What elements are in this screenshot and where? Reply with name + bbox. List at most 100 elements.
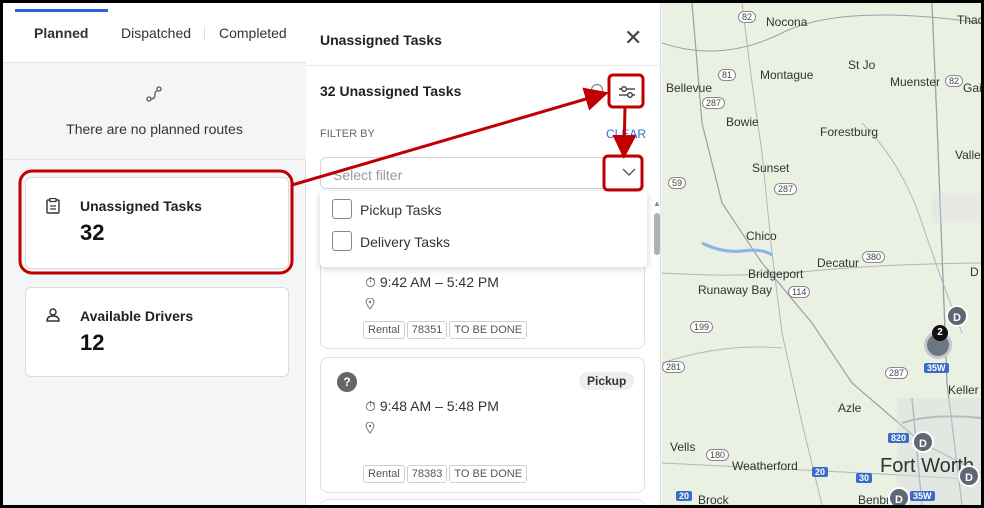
highway-shield: 281	[662, 361, 686, 373]
map-view[interactable]: 82 Nocona Thac 81 Montague St Jo Muenste…	[662, 3, 981, 505]
checkbox[interactable]	[332, 199, 352, 219]
unassigned-tasks-count: 32	[80, 220, 105, 245]
highway-shield: 114	[788, 286, 811, 298]
close-icon[interactable]: ✕	[624, 25, 642, 51]
unassigned-tasks-card[interactable]: Unassigned Tasks 32	[25, 177, 289, 269]
scroll-up-arrow[interactable]: ▲	[653, 199, 661, 208]
highway-shield: 81	[718, 69, 737, 81]
tab-divider	[204, 27, 205, 41]
app-window: Planned Dispatched Completed There are n…	[3, 3, 981, 505]
place-label: Vells	[670, 440, 696, 454]
task-tags: Rental 78351 TO BE DONE	[363, 320, 529, 339]
place-label: Bowie	[726, 115, 759, 129]
location-pin-icon	[365, 297, 375, 313]
route-icon	[145, 85, 163, 106]
interstate-shield: 20	[812, 467, 829, 477]
unassigned-tasks-label: Unassigned Tasks	[80, 198, 202, 214]
place-label: Montague	[760, 68, 814, 82]
person-icon	[46, 308, 60, 325]
tab-dispatched[interactable]: Dispatched	[121, 25, 191, 41]
task-tag: TO BE DONE	[449, 321, 528, 339]
unknown-badge: ?	[337, 372, 357, 392]
task-time-window: ⏱ 9:48 AM – 5:48 PM	[365, 398, 499, 415]
highway-shield: 82	[738, 11, 757, 23]
driver-pin[interactable]: D	[888, 487, 910, 505]
available-drivers-card[interactable]: Available Drivers 12	[25, 287, 289, 377]
highway-shield: 82	[945, 75, 964, 87]
driver-pin[interactable]: D	[946, 305, 968, 327]
task-type-pill: Pickup	[579, 372, 635, 390]
available-drivers-label: Available Drivers	[80, 308, 194, 324]
task-tag: 78351	[406, 321, 448, 339]
unassigned-tasks-panel: Unassigned Tasks ✕ 32 Unassigned Tasks F…	[306, 3, 661, 505]
timer-icon: ⏱	[365, 274, 376, 290]
cluster-count: 2	[932, 325, 948, 341]
highway-shield: 287	[885, 367, 909, 379]
task-tag: TO BE DONE	[449, 465, 528, 483]
place-label: Bellevue	[666, 81, 713, 95]
task-tag: 78383	[406, 465, 448, 483]
interstate-shield: 20	[676, 491, 693, 501]
refresh-icon[interactable]	[590, 83, 604, 100]
task-time-window: ⏱ 9:42 AM – 5:42 PM	[365, 274, 499, 291]
location-pin-icon	[365, 421, 375, 437]
highway-shield: 199	[690, 321, 714, 333]
place-label: Decatur	[817, 256, 860, 270]
place-label: Bridgeport	[748, 267, 804, 281]
tab-completed[interactable]: Completed	[219, 25, 287, 41]
tab-planned[interactable]: Planned	[34, 25, 88, 41]
task-count-title: 32 Unassigned Tasks	[320, 83, 462, 99]
driver-pin[interactable]: D	[958, 465, 980, 487]
place-label: Forestburg	[820, 125, 879, 139]
highway-shield: 380	[862, 251, 886, 263]
place-label: Brock	[698, 493, 729, 505]
task-tag: Rental	[363, 321, 405, 339]
active-tab-indicator	[15, 9, 108, 12]
select-placeholder: Select filter	[333, 167, 403, 183]
task-card[interactable]	[320, 499, 645, 505]
place-label: Azle	[838, 401, 862, 415]
place-label: Chico	[746, 229, 777, 243]
filter-select[interactable]: Select filter	[320, 157, 643, 189]
place-label: Keller	[948, 383, 979, 397]
panel-header: Unassigned Tasks ✕	[306, 3, 661, 66]
option-label: Delivery Tasks	[360, 234, 450, 250]
empty-routes-text: There are no planned routes	[66, 121, 243, 137]
panel-title: Unassigned Tasks	[320, 32, 442, 48]
highway-shield: 287	[702, 97, 726, 109]
place-label: Gai	[963, 81, 981, 95]
empty-routes-state: There are no planned routes	[3, 63, 306, 160]
highway-shield: 59	[668, 177, 687, 189]
place-label: Runaway Bay	[698, 283, 773, 297]
filter-dropdown-menu: Pickup Tasks Delivery Tasks	[320, 191, 647, 267]
timer-icon: ⏱	[365, 398, 376, 414]
scrollbar-thumb[interactable]	[654, 213, 660, 255]
place-label: Nocona	[766, 15, 808, 29]
option-label: Pickup Tasks	[360, 202, 442, 218]
task-card[interactable]: ? Pickup ⏱ 9:48 AM – 5:48 PM Rental 78383…	[320, 357, 645, 493]
place-label: Muenster	[890, 75, 941, 89]
available-drivers-count: 12	[80, 330, 105, 355]
driver-pin[interactable]: D	[912, 431, 934, 453]
left-sidebar: Planned Dispatched Completed There are n…	[3, 3, 306, 505]
place-label: Weatherford	[732, 459, 798, 473]
place-label: Valley	[955, 148, 981, 162]
checkbox[interactable]	[332, 231, 352, 251]
task-time-text: 9:48 AM – 5:48 PM	[379, 398, 499, 414]
chevron-down-icon[interactable]	[621, 162, 637, 187]
filter-toggle-button[interactable]	[612, 77, 642, 107]
interstate-shield: 35W	[924, 363, 949, 373]
task-tag: Rental	[363, 465, 405, 483]
filter-by-label: FILTER BY	[320, 128, 375, 140]
task-tags: Rental 78383 TO BE DONE	[363, 464, 529, 483]
place-label: Thac	[957, 13, 981, 27]
place-label: St Jo	[848, 58, 876, 72]
route-tabs: Planned Dispatched Completed	[3, 3, 306, 63]
task-time-text: 9:42 AM – 5:42 PM	[379, 274, 499, 290]
place-label: D	[970, 265, 979, 279]
highway-shield: 287	[774, 183, 798, 195]
highway-shield: 180	[706, 449, 730, 461]
clipboard-icon	[46, 197, 60, 217]
place-label: Sunset	[752, 161, 790, 175]
clear-filter-link[interactable]: CLEAR	[606, 127, 646, 141]
